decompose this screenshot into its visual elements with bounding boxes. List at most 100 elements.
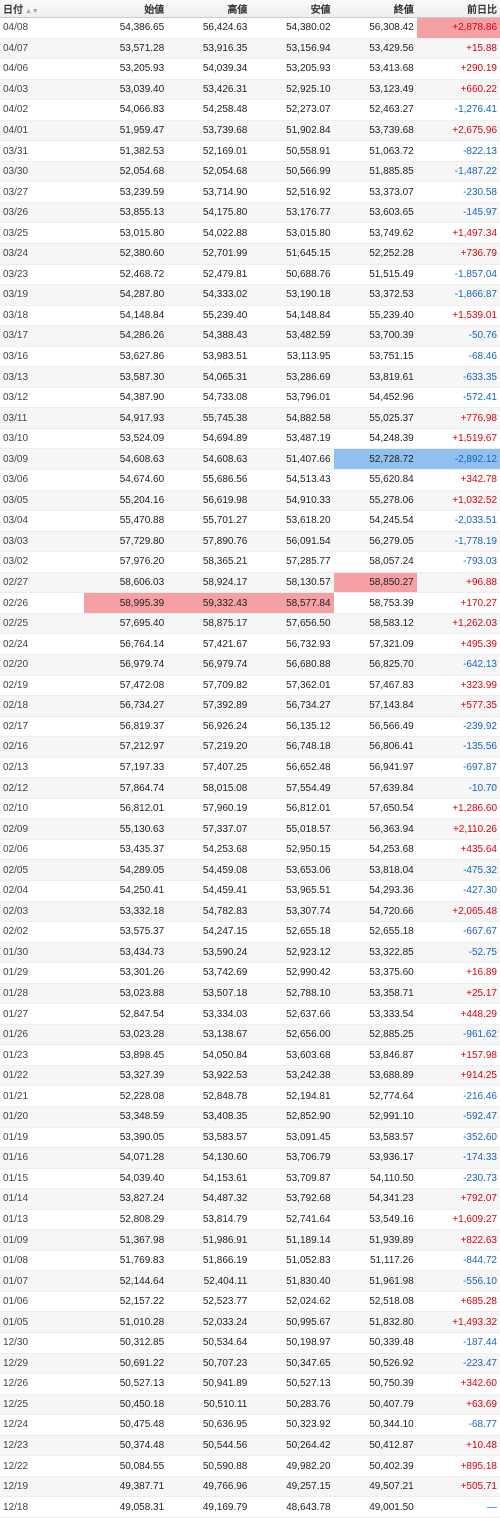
close-cell: 56,308.42 bbox=[333, 17, 417, 39]
change-cell: -1,866.87 bbox=[416, 284, 500, 306]
table-row: 04/08 54,386.65 56,424.63 54,380.02 56,308.4… bbox=[0, 17, 500, 39]
close-cell: 57,650.54 bbox=[333, 798, 417, 820]
change-cell: +1,519.67 bbox=[416, 428, 500, 450]
table-row: 03/03 57,729.80 57,890.76 56,091.54 56,279.0… bbox=[0, 531, 500, 553]
date-cell: 12/30 bbox=[0, 1332, 84, 1354]
high-cell: 54,459.08 bbox=[167, 859, 251, 881]
low-cell: 52,923.12 bbox=[250, 942, 334, 964]
table-row: 02/19 57,472.08 57,709.82 57,362.01 57,467.8… bbox=[0, 675, 500, 697]
close-cell: 52,252.28 bbox=[333, 243, 417, 265]
high-cell: 57,337.07 bbox=[167, 818, 251, 840]
table-row: 01/19 53,390.05 53,583.57 53,091.45 53,583.5… bbox=[0, 1127, 500, 1149]
change-cell: +323.99 bbox=[416, 675, 500, 697]
table-row: 02/16 57,212.97 57,219.20 56,748.18 56,806.4… bbox=[0, 736, 500, 758]
close-cell: 55,239.40 bbox=[333, 305, 417, 327]
low-cell: 52,852.90 bbox=[250, 1106, 334, 1128]
close-cell: 49,507.21 bbox=[333, 1476, 417, 1498]
date-cell: 04/06 bbox=[0, 58, 84, 80]
high-cell: 56,979.74 bbox=[167, 654, 251, 676]
table-row: 03/23 52,468.72 52,479.81 50,688.76 51,515.4… bbox=[0, 264, 500, 286]
low-cell: 53,307.74 bbox=[250, 901, 334, 923]
close-cell: 58,583.12 bbox=[333, 613, 417, 635]
high-cell: 57,392.89 bbox=[167, 695, 251, 717]
high-cell: 53,814.79 bbox=[167, 1209, 251, 1231]
open-cell: 51,382.53 bbox=[84, 140, 168, 162]
open-cell: 51,010.28 bbox=[84, 1311, 168, 1333]
table-row: 01/16 54,071.28 54,130.60 53,706.79 53,936.1… bbox=[0, 1147, 500, 1169]
high-cell: 53,916.35 bbox=[167, 38, 251, 60]
close-cell: 55,025.37 bbox=[333, 407, 417, 429]
close-cell: 53,818.04 bbox=[333, 859, 417, 881]
change-cell: +1,493.32 bbox=[416, 1311, 500, 1333]
low-cell: 52,656.00 bbox=[250, 1024, 334, 1046]
date-cell: 04/07 bbox=[0, 38, 84, 60]
low-cell: 53,242.38 bbox=[250, 1065, 334, 1087]
table-row: 03/11 54,917.93 55,745.38 54,882.58 55,025.3… bbox=[0, 407, 500, 429]
change-cell: -642.13 bbox=[416, 654, 500, 676]
table-row: 01/06 52,157.22 52,523.77 52,024.62 52,518.0… bbox=[0, 1291, 500, 1313]
close-cell: 50,407.79 bbox=[333, 1394, 417, 1416]
table-row: 02/18 56,734.27 57,392.89 56,734.27 57,143.8… bbox=[0, 695, 500, 717]
close-cell: 51,961.98 bbox=[333, 1270, 417, 1292]
high-cell: 57,421.67 bbox=[167, 633, 251, 655]
date-cell: 04/08 bbox=[0, 17, 84, 39]
low-cell: 53,156.94 bbox=[250, 38, 334, 60]
open-cell: 58,995.39 bbox=[84, 592, 168, 614]
table-row: 01/29 53,301.26 53,742.69 52,990.42 53,375.6… bbox=[0, 962, 500, 984]
open-cell: 53,898.45 bbox=[84, 1044, 168, 1066]
close-cell: 53,429.56 bbox=[333, 38, 417, 60]
close-cell: 52,655.18 bbox=[333, 921, 417, 943]
change-cell: -174.33 bbox=[416, 1147, 500, 1169]
date-cell: 12/26 bbox=[0, 1373, 84, 1395]
table-row: 12/26 50,527.13 50,941.89 50,527.13 50,750.3… bbox=[0, 1373, 500, 1395]
high-cell: 54,130.60 bbox=[167, 1147, 251, 1169]
low-cell: 50,347.65 bbox=[250, 1353, 334, 1375]
change-cell: -822.13 bbox=[416, 140, 500, 162]
change-cell: +2,675.96 bbox=[416, 120, 500, 142]
change-cell: +2,110.26 bbox=[416, 818, 500, 840]
high-cell: 53,334.03 bbox=[167, 1003, 251, 1025]
open-cell: 53,301.26 bbox=[84, 962, 168, 984]
high-cell: 56,424.63 bbox=[167, 17, 251, 39]
close-cell: 56,806.41 bbox=[333, 736, 417, 758]
change-cell: -633.35 bbox=[416, 366, 500, 388]
close-cell: 53,375.60 bbox=[333, 962, 417, 984]
close-cell: 58,850.27 bbox=[333, 572, 417, 594]
low-cell: 53,603.68 bbox=[250, 1044, 334, 1066]
change-cell: +1,286.60 bbox=[416, 798, 500, 820]
close-cell: 56,825.70 bbox=[333, 654, 417, 676]
table-row: 02/26 58,995.39 59,332.43 58,577.84 58,753.3… bbox=[0, 592, 500, 614]
change-cell: -50.76 bbox=[416, 325, 500, 347]
high-cell: 54,253.68 bbox=[167, 839, 251, 861]
column-header-date[interactable]: 日付 ▲▼ bbox=[0, 0, 84, 18]
table-row: 03/26 53,855.13 54,175.80 53,176.77 53,603.6… bbox=[0, 202, 500, 224]
open-cell: 54,289.05 bbox=[84, 859, 168, 881]
low-cell: 52,516.92 bbox=[250, 181, 334, 203]
low-cell: 53,176.77 bbox=[250, 202, 334, 224]
low-cell: 51,407.66 bbox=[250, 448, 334, 471]
table-row: 01/20 53,348.59 53,408.35 52,852.90 52,991.1… bbox=[0, 1106, 500, 1128]
date-cell: 03/19 bbox=[0, 284, 84, 306]
high-cell: 52,169.01 bbox=[167, 140, 251, 162]
open-cell: 52,808.29 bbox=[84, 1209, 168, 1231]
high-cell: 54,388.43 bbox=[167, 325, 251, 347]
close-cell: 58,753.39 bbox=[333, 592, 417, 614]
low-cell: 54,380.02 bbox=[250, 17, 334, 39]
low-cell: 56,680.88 bbox=[250, 654, 334, 676]
change-cell: +448.29 bbox=[416, 1003, 500, 1025]
low-cell: 51,830.40 bbox=[250, 1270, 334, 1292]
low-cell: 53,113.95 bbox=[250, 346, 334, 368]
high-cell: 54,039.34 bbox=[167, 58, 251, 80]
open-cell: 52,054.68 bbox=[84, 161, 168, 183]
open-cell: 53,827.24 bbox=[84, 1188, 168, 1210]
change-cell: +1,497.34 bbox=[416, 222, 500, 245]
sort-arrows-icon[interactable]: ▲▼ bbox=[25, 8, 39, 15]
low-cell: 52,194.81 bbox=[250, 1085, 334, 1107]
close-cell: 54,341.23 bbox=[333, 1188, 417, 1210]
high-cell: 56,619.98 bbox=[167, 490, 251, 512]
high-cell: 51,866.19 bbox=[167, 1250, 251, 1272]
table-row: 02/27 58,606.03 58,924.17 58,130.57 58,850.2… bbox=[0, 572, 500, 594]
open-cell: 53,571.28 bbox=[84, 38, 168, 60]
table-row: 03/06 54,674.60 55,686.56 54,513.43 55,620.8… bbox=[0, 469, 500, 491]
open-cell: 54,066.83 bbox=[84, 99, 168, 121]
